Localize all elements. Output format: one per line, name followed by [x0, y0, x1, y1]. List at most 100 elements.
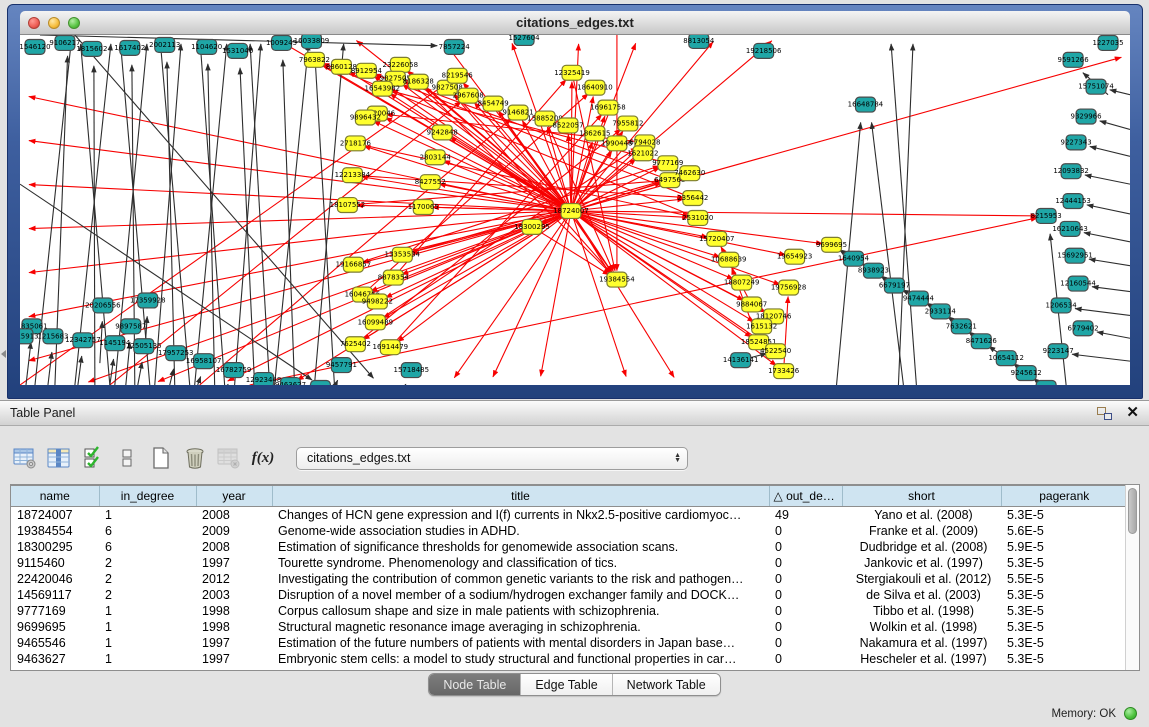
select-column-icon[interactable]	[44, 444, 74, 472]
table-cell[interactable]: Estimation of significance thresholds fo…	[272, 539, 769, 555]
table-cell[interactable]: 5.3E-5	[1001, 587, 1127, 603]
graph-node[interactable]: 8813054	[683, 35, 715, 48]
table-cell[interactable]: Corpus callosum shape and size in male p…	[272, 603, 769, 619]
table-cell[interactable]: 5.3E-5	[1001, 603, 1127, 619]
tab-edge-table[interactable]: Edge Table	[520, 674, 611, 695]
graph-node[interactable]: 15692951	[1057, 248, 1093, 263]
table-cell[interactable]: Tourette syndrome. Phenomenology and cla…	[272, 555, 769, 571]
table-cell[interactable]: 1998	[196, 603, 272, 619]
graph-node[interactable]: 7857224	[439, 39, 471, 54]
table-cell[interactable]: Investigating the contribution of common…	[272, 571, 769, 587]
table-cell[interactable]: 2	[99, 555, 196, 571]
memory-status-indicator[interactable]	[1124, 707, 1137, 720]
column-header-pagerank[interactable]: pagerank	[1001, 486, 1127, 507]
float-panel-icon[interactable]	[1097, 407, 1112, 420]
table-cell[interactable]: 1	[99, 635, 196, 651]
table-cell[interactable]: 0	[769, 523, 842, 539]
table-cell[interactable]: 1	[99, 603, 196, 619]
graph-node[interactable]: 19384554	[599, 272, 635, 287]
table-cell[interactable]: 5.3E-5	[1001, 651, 1127, 667]
node-table[interactable]: namein_degreeyeartitle△ out_de…shortpage…	[11, 485, 1127, 667]
graph-node[interactable]: 2356442	[677, 191, 708, 206]
graph-node[interactable]: 7632621	[946, 319, 977, 334]
table-cell[interactable]: 0	[769, 651, 842, 667]
table-row[interactable]: 1872400712008Changes of HCN gene express…	[11, 507, 1127, 523]
table-row[interactable]: 946362711997Embryonic stem cells: a mode…	[11, 651, 1127, 667]
table-cell[interactable]: 2	[99, 571, 196, 587]
graph-node[interactable]: 12325419	[554, 65, 590, 80]
table-cell[interactable]: 0	[769, 539, 842, 555]
graph-node[interactable]: 15718485	[394, 363, 430, 378]
table-row[interactable]: 911546021997Tourette syndrome. Phenomeno…	[11, 555, 1127, 571]
graph-node[interactable]: 18640910	[577, 80, 613, 95]
graph-node[interactable]: 16961758	[590, 100, 626, 115]
table-row[interactable]: 946554611997Estimation of the future num…	[11, 635, 1127, 651]
table-cell[interactable]: 9463627	[11, 651, 99, 667]
table-cell[interactable]: 22420046	[11, 571, 99, 587]
graph-node[interactable]: 12160544	[1060, 276, 1096, 291]
table-vertical-scrollbar[interactable]	[1125, 485, 1139, 670]
table-cell[interactable]: 5.3E-5	[1001, 555, 1127, 571]
table-cell[interactable]: 9115460	[11, 555, 99, 571]
graph-node[interactable]: 6679197	[879, 278, 910, 293]
graph-node[interactable]: 19218506	[746, 43, 782, 58]
scrollbar-thumb[interactable]	[1128, 488, 1137, 534]
table-cell[interactable]: 49	[769, 507, 842, 523]
table-cell[interactable]: 0	[769, 619, 842, 635]
table-cell[interactable]: Nakamura et al. (1997)	[842, 635, 1001, 651]
graph-node[interactable]: 9223147	[1043, 344, 1074, 359]
graph-node[interactable]: 9242848	[427, 125, 458, 140]
table-cell[interactable]: 9699695	[11, 619, 99, 635]
table-cell[interactable]: Estimation of the future numbers of pati…	[272, 635, 769, 651]
table-row[interactable]: 977716911998Corpus callosum shape and si…	[11, 603, 1127, 619]
graph-node[interactable]: 1104620	[191, 39, 222, 54]
new-table-icon[interactable]	[146, 444, 176, 472]
graph-node[interactable]: 6779402	[1068, 321, 1099, 336]
table-cell[interactable]: 1998	[196, 619, 272, 635]
graph-node[interactable]: 10688639	[711, 252, 747, 267]
graph-node[interactable]: 8878354	[378, 270, 410, 285]
table-cell[interactable]: Yano et al. (2008)	[842, 507, 1001, 523]
table-cell[interactable]: 2008	[196, 507, 272, 523]
table-cell[interactable]: Dudbridge et al. (2008)	[842, 539, 1001, 555]
column-header-in_degree[interactable]: in_degree	[99, 486, 196, 507]
graph-node[interactable]: 16210643	[1052, 221, 1088, 236]
graph-node[interactable]: 16099489	[358, 315, 394, 330]
graph-node[interactable]: 1527604	[509, 35, 541, 45]
table-cell[interactable]: 6	[99, 523, 196, 539]
graph-node[interactable]: 2718176	[340, 136, 371, 151]
table-cell[interactable]: 5.9E-5	[1001, 539, 1127, 555]
table-cell[interactable]: 14569117	[11, 587, 99, 603]
table-cell[interactable]: Hescheler et al. (1997)	[842, 651, 1001, 667]
graph-node[interactable]: 9227343	[1061, 135, 1092, 150]
table-cell[interactable]: de Silva et al. (2003)	[842, 587, 1001, 603]
table-cell[interactable]: 2012	[196, 571, 272, 587]
left-splitter-collapse-handle[interactable]	[1, 350, 6, 358]
table-cell[interactable]: 1997	[196, 555, 272, 571]
tab-node-table[interactable]: Node Table	[429, 674, 520, 695]
graph-node[interactable]: 9115460	[305, 381, 336, 385]
column-header-title[interactable]: title	[272, 486, 769, 507]
table-cell[interactable]: Structural magnetic resonance image aver…	[272, 619, 769, 635]
table-cell[interactable]: Jankovic et al. (1997)	[842, 555, 1001, 571]
table-cell[interactable]: 1	[99, 651, 196, 667]
graph-node[interactable]: 16033809	[294, 35, 330, 48]
table-cell[interactable]: 5.3E-5	[1001, 635, 1127, 651]
table-cell[interactable]: 0	[769, 571, 842, 587]
graph-node[interactable]: 12093832	[1053, 164, 1089, 179]
table-cell[interactable]: 9465546	[11, 635, 99, 651]
graph-node[interactable]: 2002113	[149, 37, 180, 52]
table-cell[interactable]: 0	[769, 555, 842, 571]
column-header-year[interactable]: year	[196, 486, 272, 507]
graph-node[interactable]: 19654923	[777, 249, 813, 264]
network-canvas[interactable]: 1872400779638228860128891295423226058982…	[20, 35, 1130, 385]
table-cell[interactable]: Stergiakouli et al. (2012)	[842, 571, 1001, 587]
graph-node[interactable]: 1733426	[768, 364, 799, 379]
graph-node[interactable]: 1206534	[1046, 298, 1078, 313]
table-cell[interactable]: 0	[769, 603, 842, 619]
graph-node[interactable]: 1546120	[20, 39, 51, 54]
table-cell[interactable]: Disruption of a novel member of a sodium…	[272, 587, 769, 603]
table-cell[interactable]: Changes of HCN gene expression and I(f) …	[272, 507, 769, 523]
column-header-name[interactable]: name	[11, 486, 99, 507]
tab-network-table[interactable]: Network Table	[612, 674, 720, 695]
